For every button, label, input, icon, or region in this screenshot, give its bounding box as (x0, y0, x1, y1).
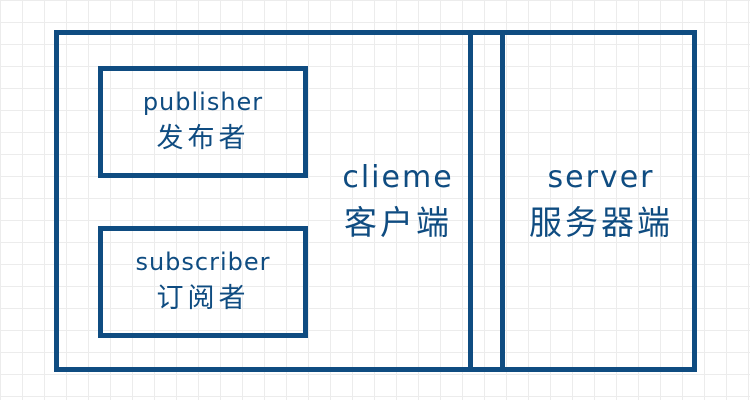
publisher-label-en: publisher (142, 88, 264, 117)
subscriber-box: subscriber 订阅者 (98, 226, 308, 338)
subscriber-label-zh: 订阅者 (156, 282, 250, 314)
server-label-zh: 服务器端 (529, 203, 673, 242)
publisher-box: publisher 发布者 (98, 66, 308, 178)
server-label-en: server (547, 160, 655, 195)
publisher-label-zh: 发布者 (156, 122, 250, 154)
server-region-label: server 服务器端 (505, 160, 697, 245)
client-region-label: clieme 客户端 (323, 160, 473, 245)
client-label-zh: 客户端 (344, 203, 452, 242)
client-label-en: clieme (342, 160, 454, 195)
subscriber-label-en: subscriber (135, 248, 271, 277)
